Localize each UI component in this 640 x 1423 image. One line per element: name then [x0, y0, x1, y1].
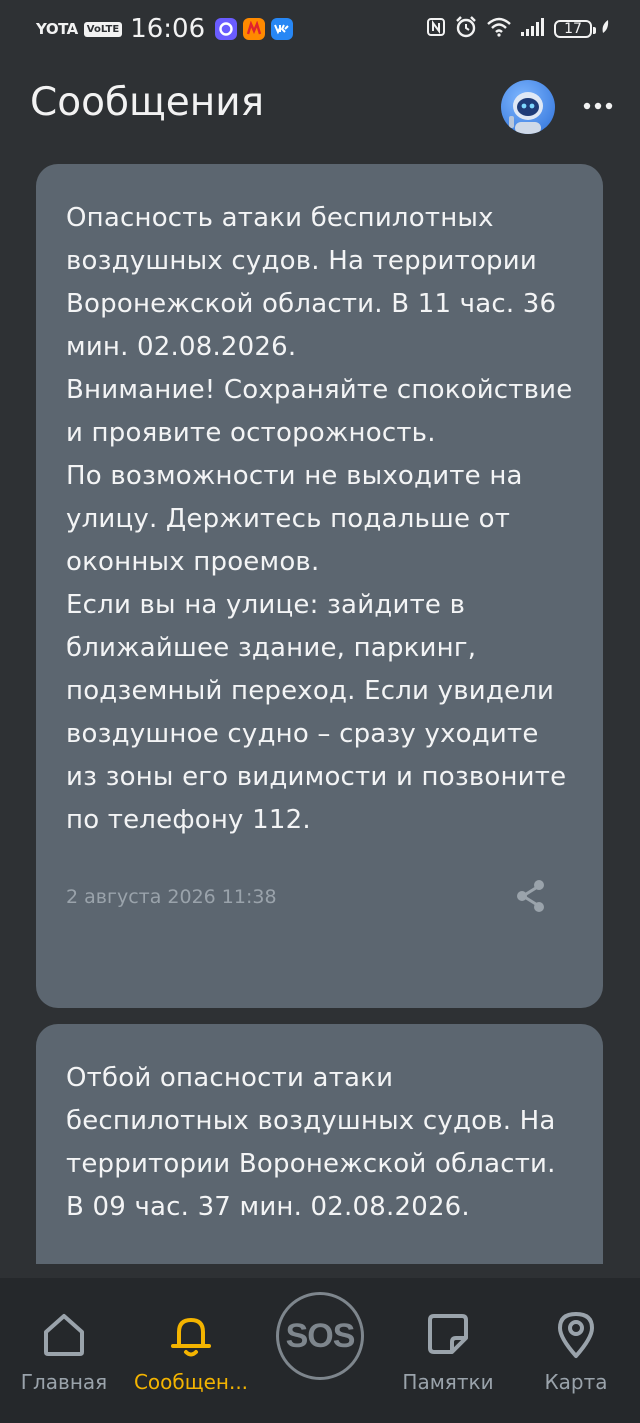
home-icon — [38, 1308, 90, 1360]
more-options-icon[interactable] — [578, 86, 618, 126]
status-bar: YOTA VoLTE 16:06 17 — [0, 0, 640, 62]
wifi-icon — [486, 17, 512, 41]
note-icon — [422, 1308, 474, 1360]
status-time: 16:06 — [130, 14, 206, 44]
message-text: Опасность атаки беспилотных воздушных су… — [66, 203, 573, 835]
nav-item-memos[interactable]: Памятки — [388, 1278, 508, 1423]
signal-icon — [520, 18, 546, 40]
nav-label-memos: Памятки — [402, 1370, 494, 1394]
mail-app-icon — [243, 18, 266, 40]
sos-label: SOS — [285, 1316, 356, 1355]
vk-app-icon — [271, 18, 294, 40]
message-list[interactable]: Опасность атаки беспилотных воздушных су… — [36, 164, 603, 1264]
sos-button[interactable]: SOS — [276, 1292, 364, 1380]
header: Сообщения — [0, 62, 640, 157]
page-title: Сообщения — [30, 80, 265, 125]
message-card[interactable]: Опасность атаки беспилотных воздушных су… — [36, 164, 603, 1008]
volte-icon: VoLTE — [83, 21, 123, 37]
carrier-name: YOTA — [36, 20, 78, 38]
battery-indicator: 17 — [554, 20, 596, 38]
nav-label-map: Карта — [544, 1370, 608, 1394]
nav-item-home[interactable]: Главная — [4, 1278, 124, 1423]
battery-saver-icon — [600, 19, 610, 39]
messenger-app-icon — [215, 18, 238, 40]
nav-label-messages: Сообщен... — [133, 1370, 249, 1394]
bottom-navigation: Главная Сообщен... SOS Памятки Карта — [0, 1278, 640, 1423]
message-card[interactable]: Отбой опасности атаки беспилотных воздуш… — [36, 1024, 603, 1264]
alarm-icon — [454, 16, 478, 42]
nav-label-home: Главная — [20, 1370, 108, 1394]
nav-item-messages[interactable]: Сообщен... — [131, 1278, 251, 1423]
nav-item-map[interactable]: Карта — [516, 1278, 636, 1423]
share-icon[interactable] — [511, 876, 551, 916]
message-date: 2 августа 2026 11:38 — [66, 886, 277, 908]
assistant-avatar[interactable] — [501, 80, 555, 134]
message-text: Отбой опасности атаки беспилотных воздуш… — [66, 1063, 556, 1222]
nfc-icon — [426, 17, 446, 41]
map-pin-icon — [550, 1308, 602, 1360]
bell-icon — [165, 1308, 217, 1360]
